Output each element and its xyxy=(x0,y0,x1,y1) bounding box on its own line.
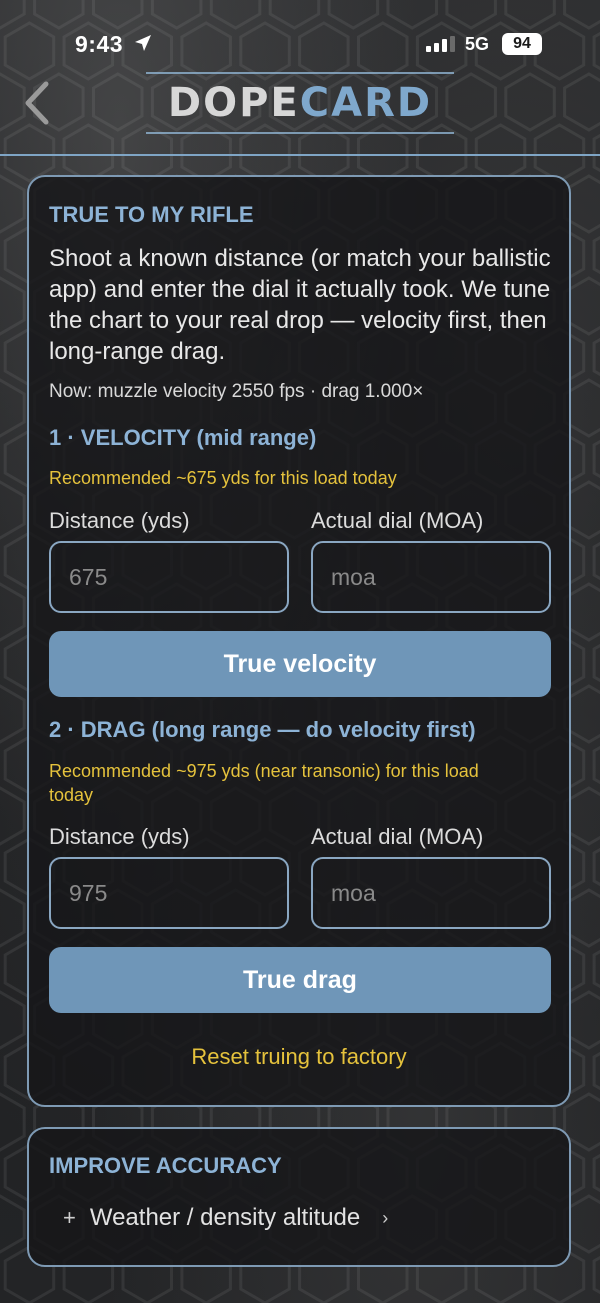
true-velocity-button[interactable]: True velocity xyxy=(49,631,551,697)
current-values: Now: muzzle velocity 2550 fps · drag 1.0… xyxy=(49,381,424,402)
velocity-dial-label: Actual dial (MOA) xyxy=(311,508,484,533)
hex-cell xyxy=(0,990,26,1050)
plus-icon: + xyxy=(63,1205,76,1230)
true-to-rifle-card: TRUE TO MY RIFLE Shoot a known distance … xyxy=(27,175,571,1107)
drag-distance-label: Distance (yds) xyxy=(49,824,190,849)
logo-card: CARD xyxy=(299,80,433,126)
logo-wordmark: DOPECARD xyxy=(146,81,454,125)
drag-distance-input[interactable] xyxy=(49,857,289,929)
drag-dial-label: Actual dial (MOA) xyxy=(311,824,484,849)
velocity-dial-input[interactable] xyxy=(311,541,551,613)
hex-cell xyxy=(592,541,600,581)
back-chevron-icon[interactable] xyxy=(20,78,54,128)
hex-cell xyxy=(0,276,26,336)
hex-cell xyxy=(0,1194,26,1254)
hex-cell xyxy=(592,745,600,785)
drag-recommendation: Recommended ~975 yds (near transonic) fo… xyxy=(49,761,479,805)
battery-indicator: 94 xyxy=(502,33,542,55)
hex-cell xyxy=(0,888,26,948)
cellular-signal-icon xyxy=(426,36,455,52)
hex-cell xyxy=(592,1153,600,1193)
hex-cell xyxy=(474,123,527,183)
velocity-heading: 1 · VELOCITY (mid range) xyxy=(49,425,317,450)
chevron-right-icon: › xyxy=(382,1207,389,1228)
hex-cell xyxy=(592,235,600,275)
hex-cell xyxy=(592,847,600,887)
hex-cell xyxy=(0,684,26,744)
app-logo: DOPECARD xyxy=(146,72,454,134)
hex-cell xyxy=(0,1092,26,1152)
hex-cell xyxy=(592,133,600,173)
hex-cell xyxy=(592,949,600,989)
header-divider xyxy=(0,154,600,156)
clock-time: 9:43 xyxy=(75,31,124,57)
hex-cell xyxy=(3,123,56,183)
reset-truing-link[interactable]: Reset truing to factory xyxy=(29,1044,569,1070)
true-drag-button[interactable]: True drag xyxy=(49,947,551,1013)
logo-bottom-rule xyxy=(146,132,454,134)
hex-cell xyxy=(0,480,26,540)
drag-heading: 2 · DRAG (long range — do velocity first… xyxy=(49,717,476,742)
hex-cell xyxy=(592,1255,600,1295)
network-type: 5G xyxy=(465,34,490,54)
drag-dial-input[interactable] xyxy=(311,857,551,929)
hex-cell xyxy=(592,643,600,683)
intro-text: Shoot a known distance (or match your ba… xyxy=(49,245,551,365)
hex-cell xyxy=(0,582,26,642)
logo-top-rule xyxy=(146,72,454,74)
weather-density-altitude-expander[interactable]: + Weather / density altitude › xyxy=(63,1204,388,1232)
hex-cell xyxy=(592,1051,600,1091)
velocity-distance-input[interactable] xyxy=(49,541,289,613)
logo-dope: DOPE xyxy=(167,80,300,126)
card-title: TRUE TO MY RIFLE xyxy=(49,202,254,227)
card-title: IMPROVE ACCURACY xyxy=(49,1153,282,1178)
velocity-distance-label: Distance (yds) xyxy=(49,508,190,533)
expander-label: Weather / density altitude xyxy=(89,1204,361,1231)
location-arrow-icon xyxy=(135,35,151,51)
hex-cell xyxy=(533,123,586,183)
hex-cell xyxy=(0,174,26,234)
hex-cell xyxy=(0,378,26,438)
hex-cell xyxy=(592,439,600,479)
hex-cell xyxy=(592,337,600,377)
hex-cell xyxy=(0,786,26,846)
improve-accuracy-card: IMPROVE ACCURACY + Weather / density alt… xyxy=(27,1127,571,1267)
hex-cell xyxy=(62,123,115,183)
velocity-recommendation: Recommended ~675 yds for this load today xyxy=(49,468,397,488)
